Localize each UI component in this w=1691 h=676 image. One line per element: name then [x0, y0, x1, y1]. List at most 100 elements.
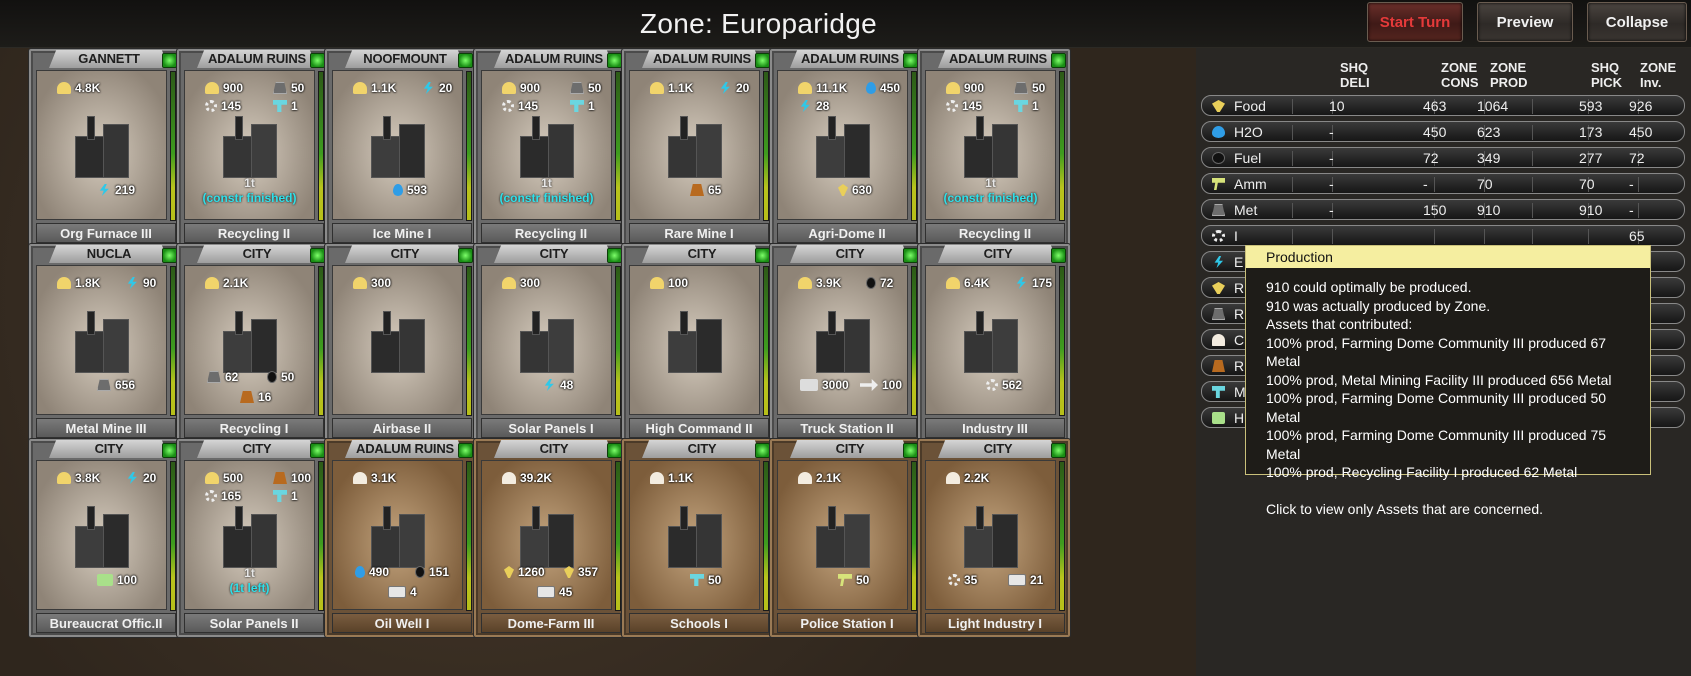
resource-row[interactable]: H2O - 450 623 173 450: [1201, 121, 1685, 142]
gear-icon: [502, 100, 514, 112]
asset-tile[interactable]: GANNETT 4.8K 219 Org Furnace III: [28, 48, 182, 248]
build-status: (constr finished): [943, 191, 1038, 205]
tile-res-2-value: 175: [1032, 276, 1053, 290]
tooltip-body: 910 could optimally be produced. 910 was …: [1246, 268, 1650, 529]
asset-tile[interactable]: ADALUM RUINS 900 50 145 1 1t (constr finished)…: [176, 48, 330, 248]
tile-res-1: 3.9K: [798, 276, 841, 290]
divider: [1532, 125, 1533, 140]
divider: [1292, 99, 1293, 114]
tool-icon: [273, 490, 287, 502]
asset-tile[interactable]: CITY 2.1K 62 50 16 Recycling I: [176, 243, 330, 443]
resource-row[interactable]: Fuel - 72 349 277 72: [1201, 147, 1685, 168]
tile-res-2-value: 20: [439, 81, 453, 95]
tile-zone-name: CITY: [49, 440, 169, 458]
tile-res-4-value: 1: [1032, 99, 1039, 113]
tile-label: Dome-Farm III: [481, 613, 621, 633]
tile-out-2-value: 100: [882, 378, 903, 392]
asset-tile[interactable]: CITY 500 100 165 1 1t (1t left) Solar Panels II: [176, 438, 330, 638]
tile-res-3: 28: [798, 99, 829, 113]
resource-name: Amm: [1234, 176, 1267, 192]
asset-tile[interactable]: CITY 3.8K 20 100 Bureaucrat Offic.II: [28, 438, 182, 638]
production-bar: [466, 461, 472, 611]
building-art: [215, 311, 290, 376]
tile-out-1-value: 50: [708, 573, 722, 587]
bolt-icon: [99, 184, 109, 196]
asset-tile[interactable]: CITY 1.1K 50 Schools I: [621, 438, 775, 638]
asset-tile[interactable]: CITY 300 Airbase II: [324, 243, 478, 443]
start-turn-button[interactable]: Start Turn: [1367, 2, 1463, 42]
helmet-icon: [502, 82, 516, 94]
tile-out-1-value: 1260: [518, 565, 545, 579]
tile-res-1: 11.1K: [798, 81, 847, 95]
helmet-icon: [57, 472, 71, 484]
resource-row[interactable]: Amm - - 70 70 -: [1201, 173, 1685, 194]
tile-label: Recycling II: [481, 223, 621, 243]
helmet-icon: [57, 82, 71, 94]
metal-icon: [207, 371, 221, 383]
tile-out-1: 3000: [800, 378, 849, 392]
tool-icon: [273, 100, 287, 112]
tile-image: 2.1K 50: [777, 460, 908, 610]
asset-tile[interactable]: ADALUM RUINS 900 50 145 1 1t (constr finished)…: [473, 48, 627, 248]
metal-icon: [97, 379, 111, 391]
status-led: [458, 443, 473, 458]
helmet-icon: [650, 277, 664, 289]
tile-res-2-value: 50: [1032, 81, 1046, 95]
tile-res-1-value: 1.1K: [668, 471, 694, 485]
tile-zone-name: GANNETT: [49, 50, 169, 68]
asset-tile[interactable]: CITY 39.2K 1260 357 45 Dome-Farm III: [473, 438, 627, 638]
asset-tile[interactable]: CITY 6.4K 175 562 Industry III: [917, 243, 1071, 443]
tile-res-2-value: 20: [736, 81, 750, 95]
resource-cell: 277: [1579, 150, 1603, 166]
tile-image: 2.2K 35 21: [925, 460, 1056, 610]
production-tooltip[interactable]: Production 910 could optimally be produc…: [1245, 245, 1651, 517]
resource-name: Fuel: [1234, 150, 1262, 166]
status-led: [1051, 53, 1066, 68]
status-led: [755, 53, 770, 68]
building-art: [660, 506, 735, 571]
column-header: ZONE Inv.: [1640, 60, 1677, 90]
asset-tile[interactable]: CITY 300 48 Solar Panels I: [473, 243, 627, 443]
cash-icon: [537, 586, 555, 598]
tile-label: Recycling II: [925, 223, 1065, 243]
bolt-icon: [423, 82, 433, 94]
resource-name: Met: [1234, 202, 1258, 218]
resource-row[interactable]: Met - 150 910 910 -: [1201, 199, 1685, 220]
tile-res-3-value: 145: [962, 99, 983, 113]
asset-tile[interactable]: ADALUM RUINS 3.1K 490 151 4 Oil Well I: [324, 438, 478, 638]
tile-res-3-value: 145: [221, 99, 242, 113]
tile-res-2-value: 90: [143, 276, 157, 290]
resource-cell: 623: [1477, 124, 1501, 140]
asset-tile[interactable]: ADALUM RUINS 1.1K 20 65 Rare Mine I: [621, 48, 775, 248]
tooltip-line: 910 was actually produced by Zone.: [1266, 297, 1491, 314]
tile-out-2-value: 21: [1030, 573, 1044, 587]
gear-icon: [205, 100, 217, 112]
gear-icon: [986, 379, 998, 391]
divider: [1434, 177, 1435, 192]
resource-cell: 70: [1579, 176, 1595, 192]
asset-tile[interactable]: CITY 2.1K 50 Police Station I: [769, 438, 923, 638]
asset-tile[interactable]: NOOFMOUNT 1.1K 20 593 Ice Mine I: [324, 48, 478, 248]
asset-tile[interactable]: ADALUM RUINS 11.1K 450 28 630 Agri-Dome II: [769, 48, 923, 248]
asset-tile[interactable]: NUCLA 1.8K 90 656 Metal Mine III: [28, 243, 182, 443]
resource-row[interactable]: I 65: [1201, 225, 1685, 246]
asset-tile[interactable]: CITY 2.2K 35 21 Light Industry I: [917, 438, 1071, 638]
tile-zone-name: CITY: [345, 245, 465, 263]
tile-zone-name: CITY: [642, 245, 762, 263]
tile-res-1-value: 4.8K: [75, 81, 101, 95]
wheat-icon: [1212, 282, 1225, 294]
resource-row[interactable]: Food 10 463 1064 593 926: [1201, 95, 1685, 116]
tile-zone-name: ADALUM RUINS: [494, 50, 614, 68]
tile-out-2: 151: [415, 565, 449, 579]
tile-label: Solar Panels II: [184, 613, 324, 633]
bolt-icon: [1016, 277, 1026, 289]
asset-tile[interactable]: CITY 3.9K 72 3000 100 Truck Station II: [769, 243, 923, 443]
tile-res-1-value: 39.2K: [520, 471, 553, 485]
collapse-button[interactable]: Collapse: [1587, 2, 1687, 42]
preview-button[interactable]: Preview: [1477, 2, 1573, 42]
asset-tile[interactable]: CITY 100 High Command II: [621, 243, 775, 443]
asset-tile[interactable]: ADALUM RUINS 900 50 145 1 1t (constr finished)…: [917, 48, 1071, 248]
resource-cell: 10: [1329, 98, 1345, 114]
tile-res-2-value: 450: [880, 81, 901, 95]
cap-icon: [946, 472, 960, 484]
